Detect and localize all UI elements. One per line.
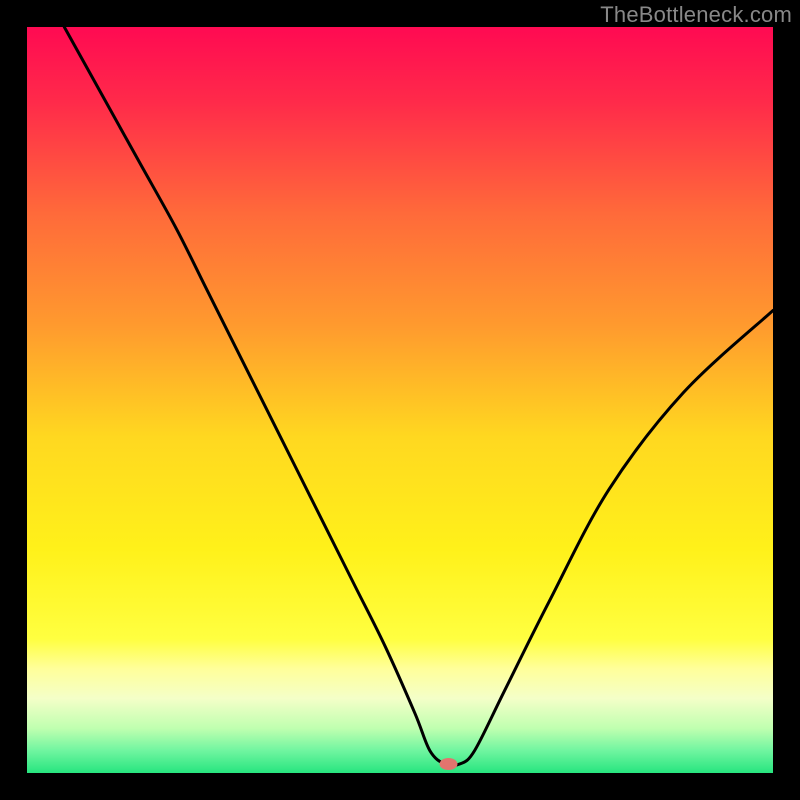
bottleneck-chart xyxy=(27,27,773,773)
gradient-background xyxy=(27,27,773,773)
watermark-text: TheBottleneck.com xyxy=(600,2,792,28)
optimal-point-marker xyxy=(439,758,457,770)
chart-frame: TheBottleneck.com xyxy=(0,0,800,800)
plot-area xyxy=(27,27,773,773)
